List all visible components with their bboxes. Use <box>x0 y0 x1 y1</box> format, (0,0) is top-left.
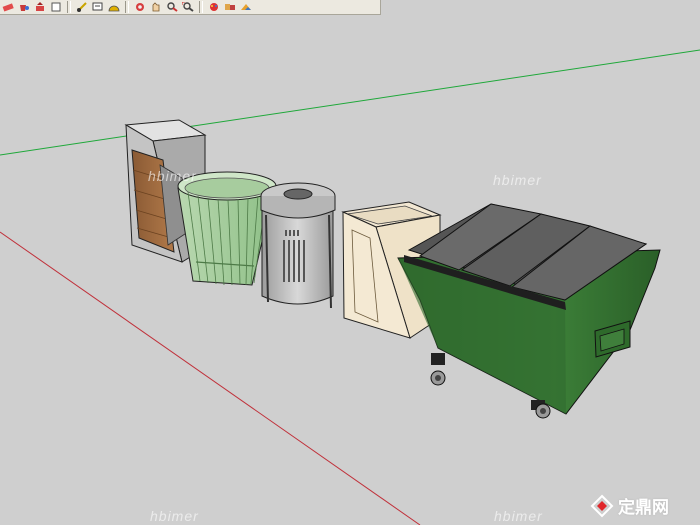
woven-basket-model[interactable] <box>177 171 277 286</box>
watermark-text: hbimer <box>493 172 542 188</box>
watermark-text: hbimer <box>494 508 543 524</box>
green-axis-line <box>0 49 700 156</box>
brand-mark-icon <box>590 494 614 517</box>
brand-name: 定鼎网 <box>618 498 669 518</box>
watermark-text: hbimer <box>150 508 199 524</box>
model-viewport[interactable] <box>0 0 700 525</box>
watermark-text: hbimer <box>148 168 197 184</box>
sketchup-window: hbimer hbimer hbimer hbimer 定鼎网 <box>0 0 700 525</box>
green-dumpster-model[interactable] <box>397 203 661 419</box>
round-metal-can-model[interactable] <box>260 182 336 309</box>
brand-logo: 定鼎网 <box>590 493 669 518</box>
